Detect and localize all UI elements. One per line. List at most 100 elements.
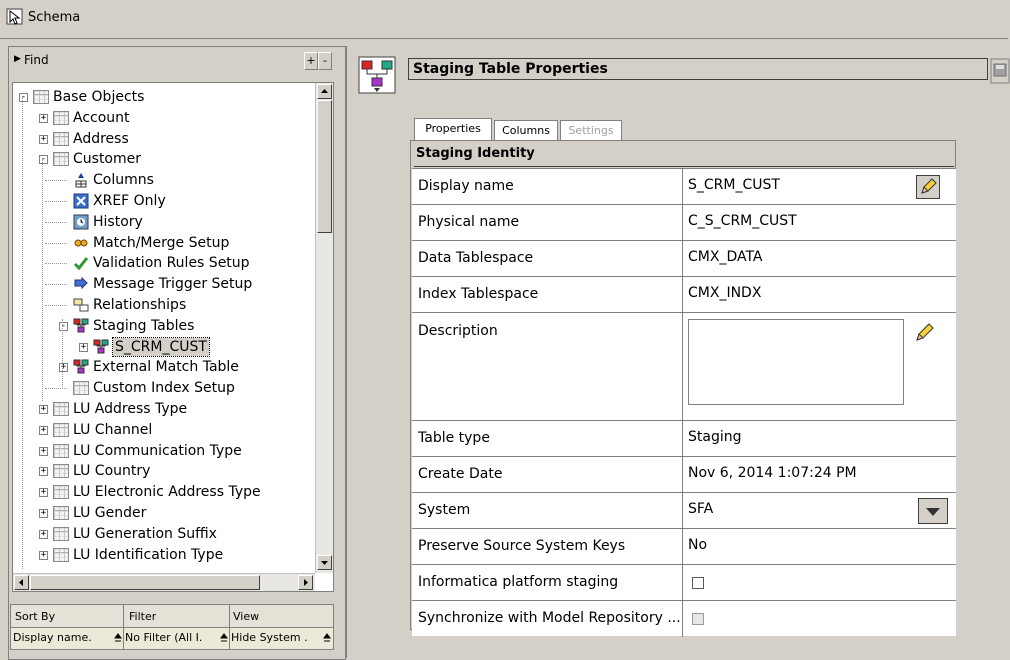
property-value: No — [688, 537, 708, 553]
add-button[interactable]: + — [304, 52, 318, 70]
tree-item[interactable]: + External Match Table — [13, 357, 313, 377]
table-icon — [53, 485, 69, 500]
expand-plus-icon[interactable]: + — [39, 134, 48, 144]
tree-item[interactable]: Validation Rules Setup — [13, 253, 313, 273]
tree-item[interactable]: + LU Country — [13, 461, 313, 481]
sort-filter-view-table: Sort By Filter View Display name. No Fil… — [10, 604, 334, 650]
scroll-left-button[interactable] — [14, 575, 29, 590]
tree-vertical-scrollbar[interactable] — [315, 83, 333, 573]
edit-name-button[interactable] — [916, 175, 940, 199]
tree-horizontal-scrollbar[interactable] — [13, 573, 315, 591]
edit-description-button[interactable] — [912, 319, 940, 347]
scroll-up-button[interactable] — [317, 84, 332, 99]
filter-arrow-icon — [220, 633, 228, 642]
filter-select[interactable]: No Filter (All I. — [125, 631, 221, 644]
tree-item[interactable]: Message Trigger Setup — [13, 274, 313, 294]
property-label: System — [418, 502, 471, 518]
expand-plus-icon[interactable]: + — [79, 342, 88, 352]
scroll-right-button[interactable] — [298, 575, 313, 590]
property-label: Informatica platform staging — [418, 574, 619, 590]
expand-plus-icon[interactable]: + — [39, 425, 48, 435]
staging-table-icon — [358, 56, 396, 94]
title-bar: Schema — [0, 0, 1008, 39]
schema-tree[interactable]: - Base Objects + Account + Address - Customer Co… — [12, 82, 334, 592]
tree-item-label: LU Country — [73, 463, 151, 480]
tree-item-label: Address — [73, 130, 129, 147]
tree-item[interactable]: + LU Generation Suffix — [13, 524, 313, 544]
property-value: C_S_CRM_CUST — [688, 213, 797, 229]
tree-item-label: Columns — [93, 172, 154, 189]
staging-icon — [73, 318, 89, 333]
property-label: Index Tablespace — [418, 286, 539, 302]
scroll-h-thumb[interactable] — [30, 575, 260, 590]
property-label: Data Tablespace — [418, 250, 534, 266]
expand-arrow-icon: ▶ — [14, 54, 21, 64]
tab-settings[interactable]: Settings — [560, 120, 622, 142]
match-merge-icon — [74, 239, 88, 247]
tree-item-label: Validation Rules Setup — [93, 255, 250, 272]
property-row: Display name S_CRM_CUST — [412, 168, 956, 205]
property-row: Physical name C_S_CRM_CUST — [412, 204, 956, 241]
scroll-down-button[interactable] — [317, 555, 332, 570]
tree-item[interactable]: + LU Address Type — [13, 399, 313, 419]
tab-columns[interactable]: Columns — [494, 120, 558, 142]
sort-by-select[interactable]: Display name. — [13, 631, 113, 644]
property-value: Nov 6, 2014 1:07:24 PM — [688, 465, 857, 481]
property-label: Description — [418, 323, 498, 339]
tree-item[interactable]: Match/Merge Setup — [13, 233, 313, 253]
tree-item[interactable]: + S_CRM_CUST — [13, 336, 313, 357]
tree-item[interactable]: + Account — [13, 108, 313, 128]
tree-item-label: Customer — [73, 151, 142, 168]
find-bar[interactable]: ▶ Find + - — [12, 52, 338, 70]
tree-item[interactable]: XREF Only — [13, 191, 313, 211]
history-icon — [73, 214, 89, 230]
table-icon — [53, 547, 69, 562]
tree-item-label: LU Generation Suffix — [73, 525, 217, 542]
property-checkbox[interactable] — [692, 613, 704, 625]
expand-plus-icon[interactable]: + — [39, 529, 48, 539]
tree-item[interactable]: History — [13, 212, 313, 232]
tree-item[interactable]: + LU Communication Type — [13, 441, 313, 461]
tree-item[interactable]: + LU Identification Type — [13, 545, 313, 565]
collapse-minus-icon[interactable]: - — [19, 93, 28, 102]
view-select[interactable]: Hide System . — [231, 631, 319, 644]
filter-header: Filter — [129, 610, 157, 623]
tree-item[interactable]: + LU Gender — [13, 503, 313, 523]
tree-item[interactable]: Custom Index Setup — [13, 378, 313, 398]
property-value[interactable]: SFA — [688, 501, 713, 517]
expand-plus-icon[interactable]: + — [39, 113, 48, 123]
tree-item[interactable]: Columns — [13, 170, 313, 190]
expand-plus-icon[interactable]: + — [39, 467, 48, 477]
tree-item[interactable]: Relationships — [13, 295, 313, 315]
view-header: View — [233, 610, 260, 623]
expand-plus-icon[interactable]: + — [39, 446, 48, 456]
tree-item-label: External Match Table — [93, 359, 239, 376]
save-icon[interactable] — [990, 58, 1010, 84]
tree-item[interactable]: + Address — [13, 129, 313, 149]
table-icon — [53, 464, 69, 479]
system-dropdown-button[interactable] — [918, 498, 948, 524]
expand-plus-icon[interactable]: + — [39, 550, 48, 560]
tree-item-label: S_CRM_CUST — [112, 336, 210, 357]
property-checkbox[interactable] — [692, 577, 704, 589]
property-row: Table type Staging — [412, 420, 956, 457]
expand-plus-icon[interactable]: + — [39, 405, 48, 414]
remove-button[interactable]: - — [318, 52, 332, 70]
property-row: System SFA — [412, 492, 956, 529]
expand-plus-icon[interactable]: + — [59, 363, 68, 373]
tree-item[interactable]: - Staging Tables — [13, 316, 313, 336]
sort-arrow-icon — [114, 633, 122, 642]
tree-item[interactable]: + LU Channel — [13, 420, 313, 440]
collapse-minus-icon[interactable]: - — [39, 155, 48, 165]
tree-item[interactable]: - Customer — [13, 149, 313, 169]
page-title: Staging Table Properties — [413, 61, 608, 77]
collapse-minus-icon[interactable]: - — [59, 321, 68, 331]
tree-item[interactable]: + LU Electronic Address Type — [13, 482, 313, 502]
description-textarea[interactable] — [688, 319, 904, 405]
tree-item[interactable]: - Base Objects — [13, 87, 313, 107]
property-value[interactable]: S_CRM_CUST — [688, 177, 780, 193]
scroll-thumb[interactable] — [317, 100, 332, 233]
tab-properties[interactable]: Properties — [414, 118, 492, 142]
expand-plus-icon[interactable]: + — [39, 509, 48, 518]
expand-plus-icon[interactable]: + — [39, 488, 48, 498]
